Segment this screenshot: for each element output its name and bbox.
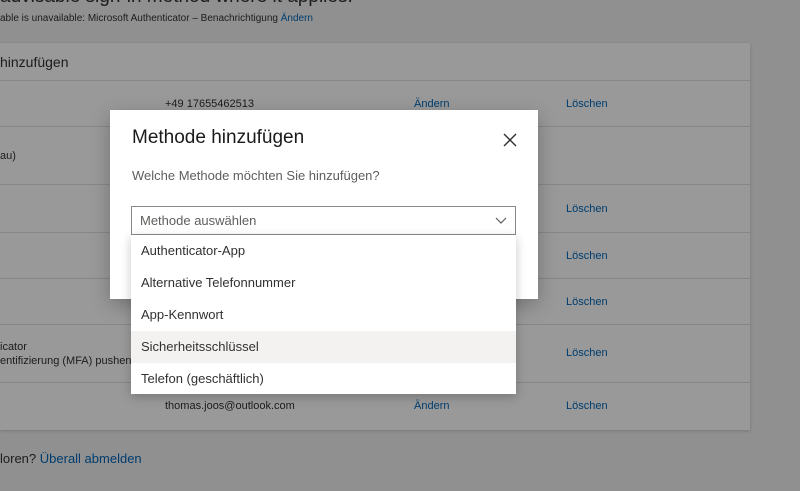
chevron-down-icon xyxy=(495,217,507,224)
option-security-key[interactable]: Sicherheitsschlüssel xyxy=(131,331,516,363)
method-select-placeholder: Methode auswählen xyxy=(140,213,257,228)
dialog-title: Methode hinzufügen xyxy=(132,127,305,148)
close-button[interactable] xyxy=(500,130,520,150)
option-office-phone[interactable]: Telefon (geschäftlich) xyxy=(131,363,516,395)
method-select[interactable]: Methode auswählen xyxy=(131,206,516,235)
dialog-question: Welche Methode möchten Sie hinzufügen? xyxy=(132,168,380,183)
option-alternative-phone[interactable]: Alternative Telefonnummer xyxy=(131,267,516,299)
close-icon xyxy=(503,133,517,147)
option-app-password[interactable]: App-Kennwort xyxy=(131,299,516,331)
option-authenticator-app[interactable]: Authenticator-App xyxy=(131,235,516,267)
method-dropdown-list: Authenticator-App Alternative Telefonnum… xyxy=(131,235,516,394)
